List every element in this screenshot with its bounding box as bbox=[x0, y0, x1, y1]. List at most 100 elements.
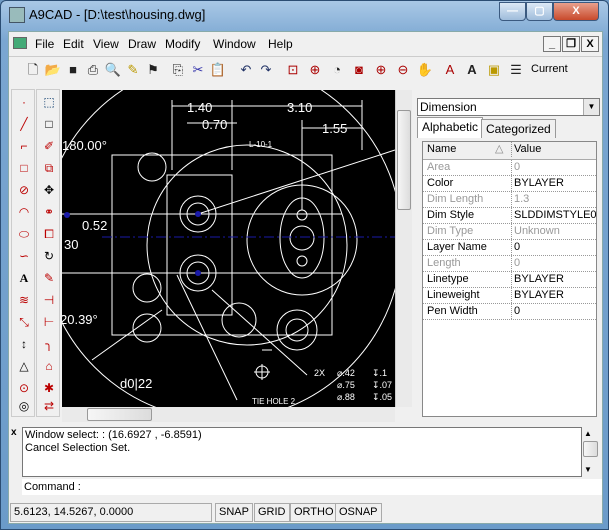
rotate-icon[interactable]: ↻ bbox=[39, 246, 59, 266]
property-row[interactable]: Linetype BYLAYER bbox=[423, 272, 596, 288]
property-row[interactable]: Color BYLAYER bbox=[423, 176, 596, 192]
layers-icon[interactable]: ▣ bbox=[485, 61, 503, 79]
radial-dimension-icon[interactable]: ⊙ bbox=[14, 378, 34, 398]
trim-icon[interactable]: ⊣ bbox=[39, 290, 59, 310]
property-value[interactable]: BYLAYER bbox=[511, 288, 596, 303]
property-row[interactable]: Layer Name 0 bbox=[423, 240, 596, 256]
property-row[interactable]: Dim Type Unknown bbox=[423, 224, 596, 240]
name-column-header[interactable]: Name bbox=[427, 142, 456, 157]
object-type-select[interactable]: Dimension ▼ bbox=[417, 98, 600, 116]
compass-icon[interactable]: ◎ bbox=[14, 396, 34, 416]
property-value[interactable]: 0 bbox=[511, 304, 596, 319]
fillet-icon[interactable]: ╮ bbox=[39, 334, 59, 354]
command-input[interactable]: Command : bbox=[22, 479, 602, 495]
break-icon[interactable]: ⇄ bbox=[39, 396, 59, 416]
pencil-icon[interactable]: ✎ bbox=[124, 61, 142, 79]
open-icon[interactable]: 📂 bbox=[44, 61, 62, 79]
menu-view[interactable]: View bbox=[93, 37, 119, 51]
copy-object-icon[interactable]: ⧉ bbox=[39, 158, 59, 178]
arc-icon[interactable]: ◠ bbox=[14, 202, 34, 222]
text-icon[interactable]: A bbox=[14, 268, 34, 288]
property-value[interactable]: BYLAYER bbox=[511, 272, 596, 287]
property-value[interactable]: BYLAYER bbox=[511, 176, 596, 191]
property-value[interactable]: SLDDIMSTYLE0 bbox=[511, 208, 596, 223]
zoom-page-icon[interactable]: ◙ bbox=[350, 61, 368, 79]
drawing-canvas[interactable]: 1.40 0.70 3.10 1.55 180.00° 0.52 30 20.3… bbox=[62, 90, 395, 407]
menu-file[interactable]: File bbox=[35, 37, 54, 51]
hatch-icon[interactable]: ≋ bbox=[14, 290, 34, 310]
layer-stack-icon[interactable]: ☰ bbox=[507, 61, 525, 79]
line-icon[interactable]: ╱ bbox=[14, 114, 34, 134]
property-value[interactable]: 1.3 bbox=[511, 192, 596, 207]
tab-categorized[interactable]: Categorized bbox=[481, 119, 556, 138]
rectangle-icon[interactable]: □ bbox=[14, 158, 34, 178]
document-icon[interactable] bbox=[13, 37, 27, 49]
vertical-scrollbar[interactable] bbox=[395, 90, 412, 407]
property-value[interactable]: 0 bbox=[511, 240, 596, 255]
spline-icon[interactable]: ∽ bbox=[14, 246, 34, 266]
mdi-close-button[interactable]: X bbox=[581, 36, 599, 52]
close-command-icon[interactable]: x bbox=[11, 427, 17, 438]
minimize-button[interactable]: — bbox=[499, 2, 526, 21]
scale-icon[interactable]: ⧠ bbox=[39, 224, 59, 244]
paste-icon[interactable]: 📋 bbox=[209, 61, 227, 79]
command-scroll-thumb[interactable] bbox=[583, 441, 598, 457]
ellipse-icon[interactable]: ⬭ bbox=[14, 224, 34, 244]
select-icon[interactable]: ⬚ bbox=[39, 92, 59, 112]
zoom-previous-icon[interactable]: ◔ bbox=[328, 61, 346, 79]
property-row[interactable]: Dim Style SLDDIMSTYLE0 bbox=[423, 208, 596, 224]
scroll-up-icon[interactable]: ▲ bbox=[584, 429, 592, 438]
vertical-dimension-icon[interactable]: ↕ bbox=[14, 334, 34, 354]
value-column-header[interactable]: Value bbox=[511, 142, 596, 157]
save-icon[interactable]: ■ bbox=[64, 61, 82, 79]
edit-icon[interactable]: ✎ bbox=[39, 268, 59, 288]
command-scrollbar[interactable]: ▲ ▼ bbox=[582, 427, 600, 477]
redo-icon[interactable]: ↷ bbox=[257, 61, 275, 79]
mdi-restore-button[interactable]: ❐ bbox=[562, 36, 580, 52]
property-row[interactable]: Area 0 bbox=[423, 160, 596, 176]
property-value[interactable]: Unknown bbox=[511, 224, 596, 239]
horizontal-scrollbar[interactable] bbox=[62, 407, 395, 422]
close-button[interactable]: X bbox=[553, 2, 599, 21]
new-icon[interactable]: 🗋 bbox=[24, 61, 42, 79]
zoom-window-icon[interactable]: ⊡ bbox=[284, 61, 302, 79]
point-icon[interactable]: · bbox=[14, 92, 34, 112]
square-icon[interactable]: □ bbox=[39, 114, 59, 134]
mirror-icon[interactable]: ⚭ bbox=[39, 202, 59, 222]
pan-icon[interactable]: ✋ bbox=[416, 61, 434, 79]
property-row[interactable]: Lineweight BYLAYER bbox=[423, 288, 596, 304]
copy-icon[interactable]: ⎘ bbox=[169, 61, 187, 79]
zoom-in-icon[interactable]: ⊕ bbox=[372, 61, 390, 79]
vertical-scroll-thumb[interactable] bbox=[397, 110, 411, 210]
property-row[interactable]: Pen Width 0 bbox=[423, 304, 596, 320]
undo-icon[interactable]: ↶ bbox=[237, 61, 255, 79]
menu-help[interactable]: Help bbox=[268, 37, 293, 51]
tab-alphabetic[interactable]: Alphabetic bbox=[417, 117, 484, 138]
properties-icon[interactable]: ⚑ bbox=[144, 61, 162, 79]
print-preview-icon[interactable]: 🔍 bbox=[104, 61, 122, 79]
property-row[interactable]: Dim Length 1.3 bbox=[423, 192, 596, 208]
polyline-icon[interactable]: ⌐ bbox=[14, 136, 34, 156]
maximize-button[interactable]: ▢ bbox=[526, 2, 553, 21]
osnap-toggle[interactable]: OSNAP bbox=[335, 503, 382, 522]
erase-icon[interactable]: ✐ bbox=[39, 136, 59, 156]
angular-dimension-icon[interactable]: △ bbox=[14, 356, 34, 376]
menu-edit[interactable]: Edit bbox=[63, 37, 84, 51]
grid-toggle[interactable]: GRID bbox=[254, 503, 290, 522]
horizontal-scroll-thumb[interactable] bbox=[87, 408, 152, 421]
dimension-text-icon[interactable]: A bbox=[441, 61, 459, 79]
text-style-icon[interactable]: A bbox=[463, 61, 481, 79]
snap-toggle[interactable]: SNAP bbox=[215, 503, 253, 522]
menu-window[interactable]: Window bbox=[213, 37, 256, 51]
property-row[interactable]: Length 0 bbox=[423, 256, 596, 272]
property-value[interactable]: 0 bbox=[511, 256, 596, 271]
move-icon[interactable]: ✥ bbox=[39, 180, 59, 200]
extend-icon[interactable]: ⊢ bbox=[39, 312, 59, 332]
chamfer-icon[interactable]: ⌂ bbox=[39, 356, 59, 376]
zoom-center-icon[interactable]: ⊕ bbox=[306, 61, 324, 79]
current-layer-label[interactable]: Current bbox=[531, 63, 568, 75]
explode-icon[interactable]: ✱ bbox=[39, 378, 59, 398]
chevron-down-icon[interactable]: ▼ bbox=[583, 99, 599, 115]
cut-icon[interactable]: ✂ bbox=[189, 61, 207, 79]
dimension-icon[interactable]: ⤡ bbox=[14, 312, 34, 332]
